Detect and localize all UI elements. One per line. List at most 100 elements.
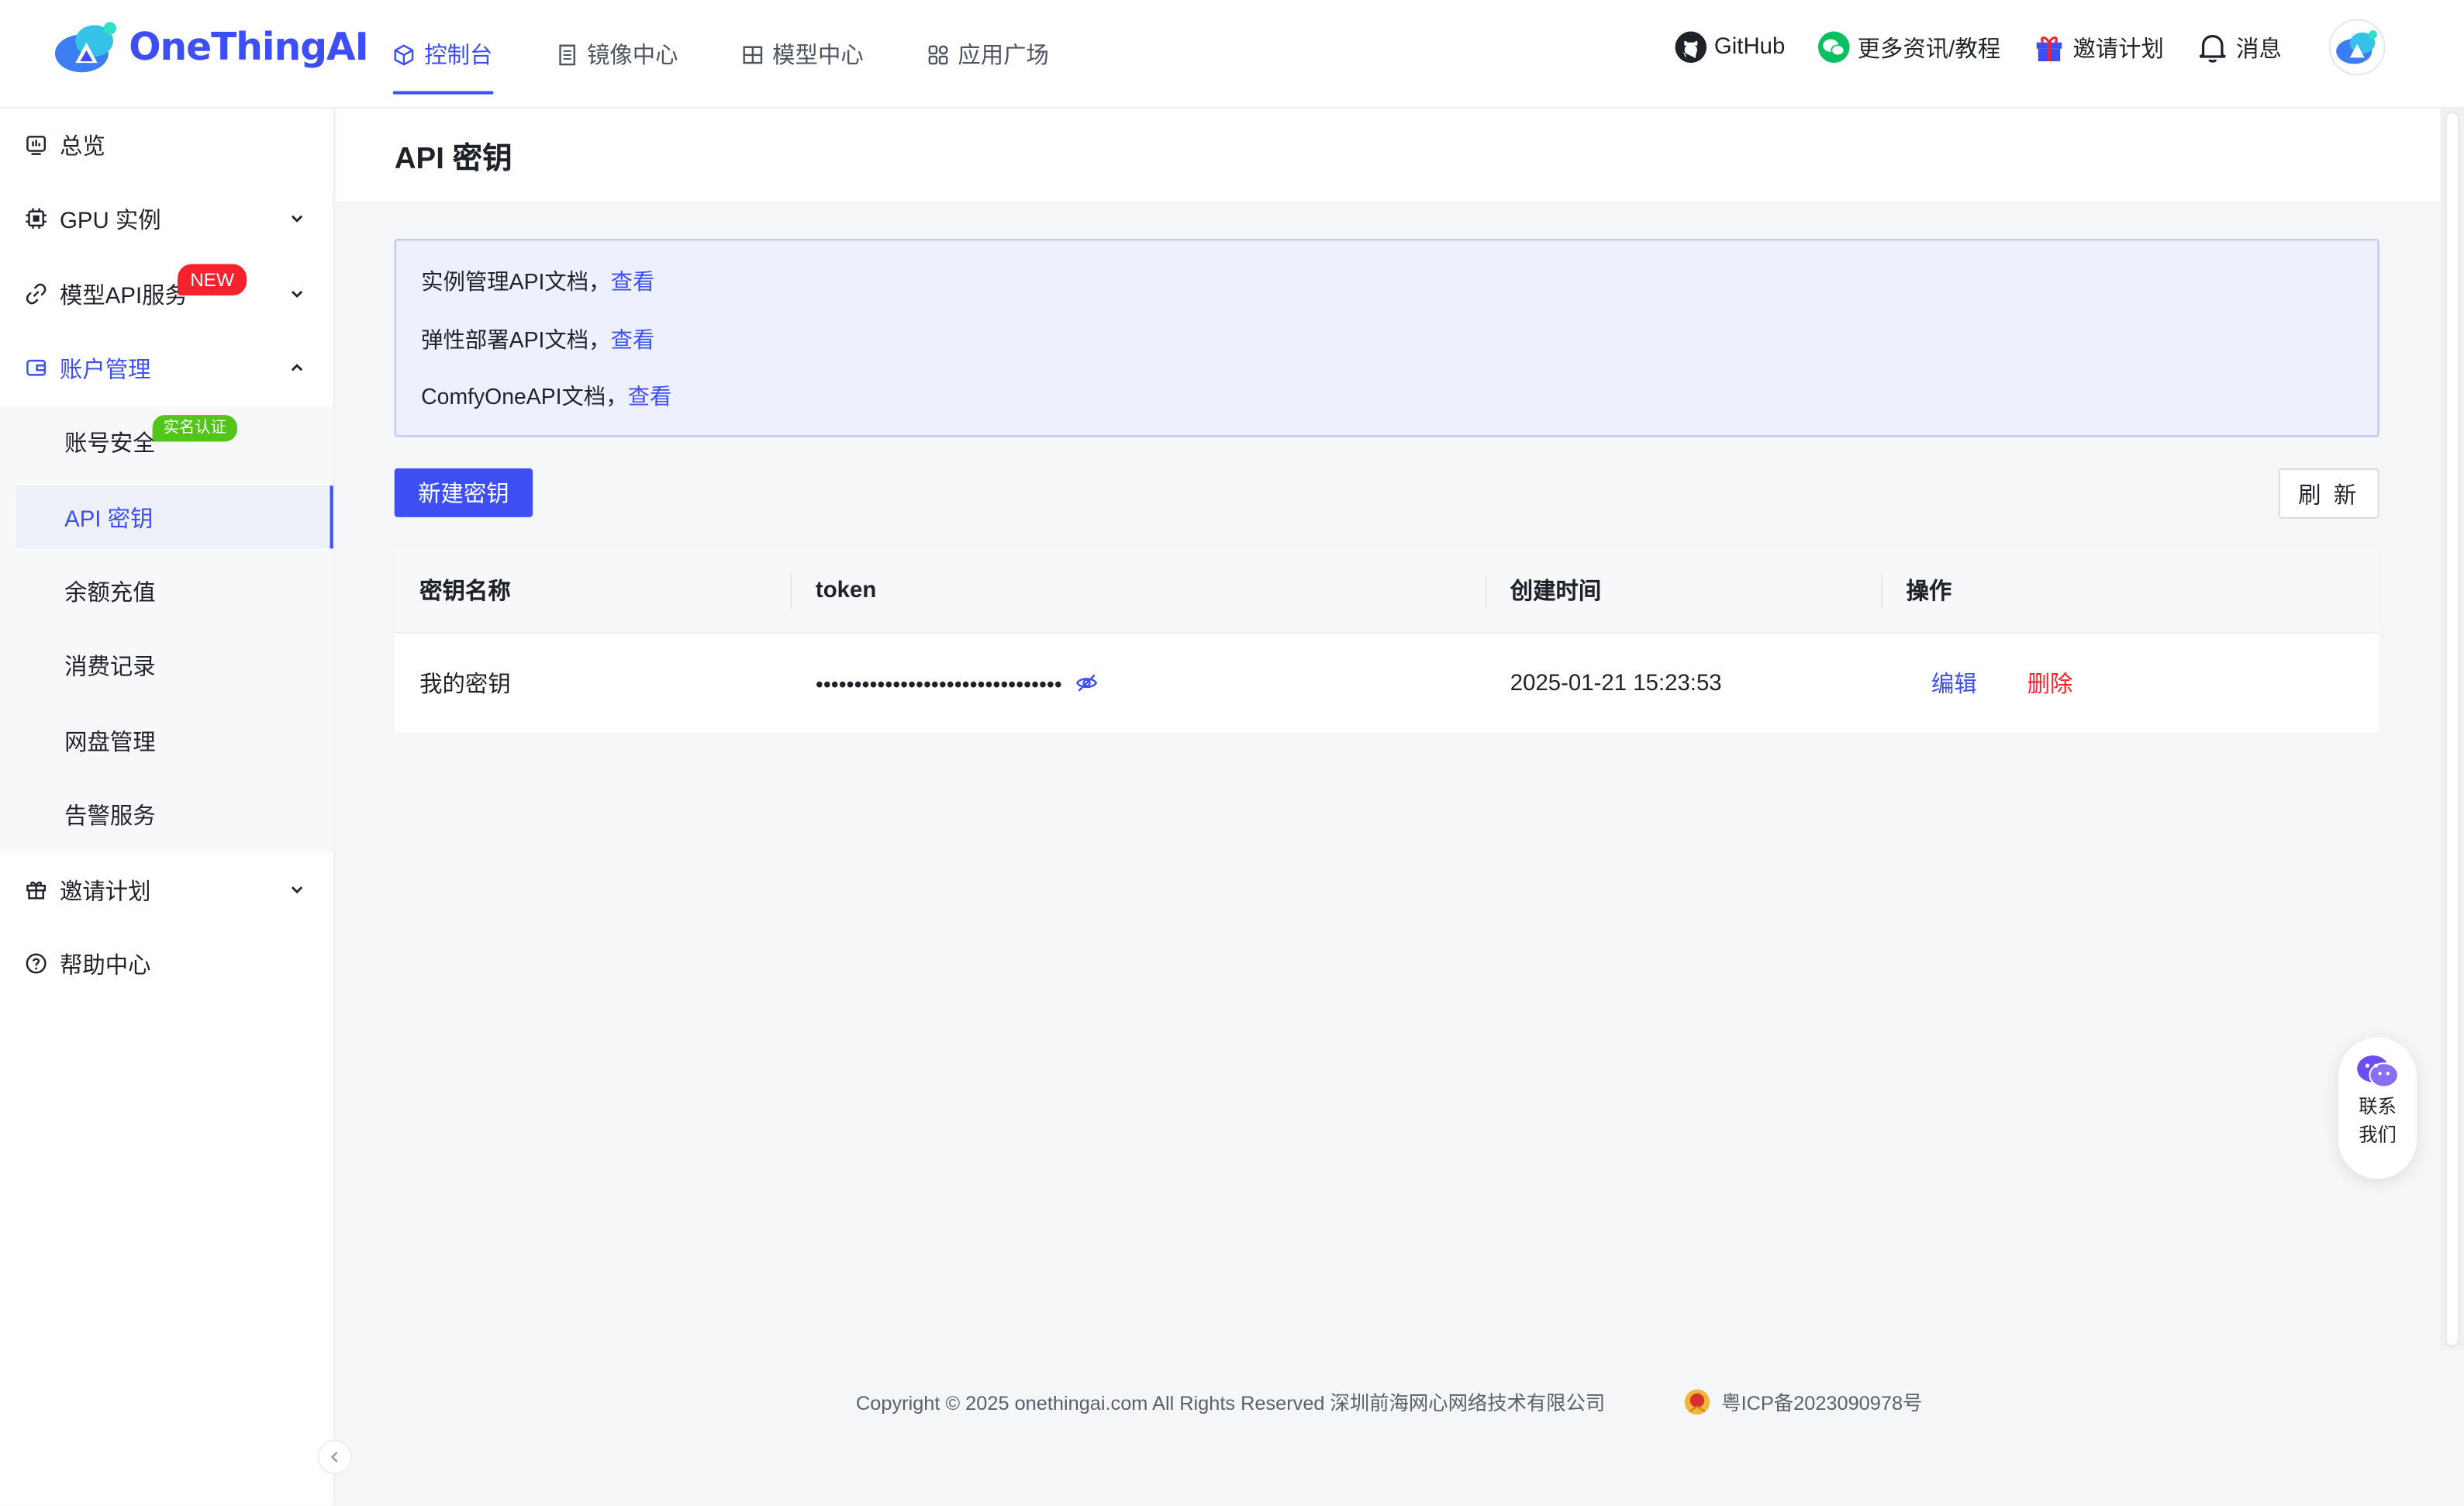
apps-icon [927,44,947,64]
new-badge: NEW [178,264,247,296]
logo[interactable]: OneThingAI [53,19,369,75]
messages-link[interactable]: 消息 [2195,30,2282,65]
sidebar-item-invite[interactable]: 邀请计划 [0,858,333,921]
link-icon [26,283,47,305]
sidebar: 总览 GPU 实例 模型API服务 NEW 账户管理 账号安全 API 密钥 余… [0,108,335,1506]
chip-icon [26,208,47,229]
wechat-icon [1817,31,1850,64]
sidebar-item-help[interactable]: 帮助中心 [0,932,333,995]
consumption-label: 消费记录 [64,655,156,680]
contact-line2: 我们 [2359,1124,2397,1146]
chat-bubbles-icon [2357,1055,2399,1088]
contact-line1: 联系 [2359,1095,2397,1118]
sidebar-item-gpu[interactable]: GPU 实例 [0,187,333,250]
refresh-button[interactable]: 刷 新 [2278,468,2379,519]
sidebar-item-api-keys[interactable]: API 密钥 [16,485,333,549]
api-keys-table: 密钥名称 token 创建时间 操作 我的密钥 ••••••••••••••••… [394,548,2379,733]
top-nav: 控制台 镜像中心 模型中心 应用广场 [392,0,1112,109]
help-circle-icon [26,953,47,974]
api-docs-notice: 实例管理API文档，查看 弹性部署API文档，查看 ComfyOneAPI文档，… [394,239,2379,437]
info-line-elastic: 弹性部署API文档，查看 [421,320,2352,377]
header-actions: 操作 [1881,548,2379,631]
info-text-comfy: ComfyOneAPI文档， [421,383,628,409]
sidebar-item-model-api[interactable]: 模型API服务 [0,262,333,325]
info-line-comfy: ComfyOneAPI文档，查看 [421,377,2352,434]
invite-link[interactable]: 邀请计划 [2032,30,2164,65]
document-icon [558,43,575,65]
new-key-button[interactable]: 新建密钥 [394,468,533,517]
dashboard-icon [26,136,46,155]
verified-badge: 实名认证 [152,415,238,442]
copyright-text: Copyright © 2025 onethingai.com All Righ… [856,1392,1606,1415]
view-instance-docs-link[interactable]: 查看 [611,269,655,294]
contact-us-button[interactable]: 联系 我们 [2338,1037,2417,1180]
top-header: OneThingAI 控制台 镜像中心 模型中心 应用广场 GitHub 更多资… [0,0,2464,109]
sidebar-item-overview-label: 总览 [60,134,105,160]
view-comfy-docs-link[interactable]: 查看 [628,384,672,409]
sidebar-item-account[interactable]: 账户管理 [0,337,333,399]
footer: Copyright © 2025 onethingai.com All Righ… [336,1387,2442,1417]
sidebar-item-model-api-label: 模型API服务 [60,283,188,309]
sidebar-item-invite-label: 邀请计划 [60,879,151,905]
alerts-label: 告警服务 [64,803,156,830]
avatar-logo-icon [2336,30,2377,64]
api-keys-label: API 密钥 [64,506,154,533]
app-root: OneThingAI 控制台 镜像中心 模型中心 应用广场 GitHub 更多资… [0,0,2464,1506]
table-row: 我的密钥 •••••••••••••••••••••••••••••••• 20… [394,633,2379,733]
cell-key-name: 我的密钥 [419,672,511,698]
sidebar-item-gpu-label: GPU 实例 [60,208,161,233]
header-key-name: 密钥名称 [419,579,511,606]
sidebar-item-alerts[interactable]: 告警服务 [16,782,333,845]
info-text-instance: 实例管理API文档， [421,268,611,295]
police-badge-icon [1685,1388,1711,1414]
nav-image-center[interactable]: 镜像中心 [555,0,678,109]
sidebar-item-account-label: 账户管理 [60,358,151,383]
sidebar-item-netdisk[interactable]: 网盘管理 [16,709,333,772]
news-label: 更多资讯/教程 [1857,36,2001,63]
gift-outline-icon [26,881,46,900]
netdisk-label: 网盘管理 [64,730,156,755]
icp-text: 粤ICP备2023090978号 [1721,1392,1923,1415]
info-line-instance: 实例管理API文档，查看 [421,262,2352,320]
token-masked: •••••••••••••••••••••••••••••••• [815,670,1062,696]
invite-label: 邀请计划 [2072,36,2164,63]
scrollbar-thumb[interactable] [2445,111,2459,1347]
sidebar-item-recharge[interactable]: 余额充值 [16,560,333,623]
nav-app-square[interactable]: 应用广场 [927,0,1049,109]
delete-button[interactable]: 删除 [2027,666,2073,699]
page-title: API 密钥 [394,143,512,177]
eye-hidden-icon[interactable] [1075,671,1098,694]
header-token: token [790,548,1485,631]
cell-actions: 编辑 删除 [1881,634,2379,733]
github-link[interactable]: GitHub [1673,30,1785,65]
nav-model-center-label: 模型中心 [772,43,864,70]
sidebar-collapse-button[interactable] [317,1439,353,1475]
messages-label: 消息 [2236,36,2282,63]
nav-model-center[interactable]: 模型中心 [741,0,864,109]
cube-icon [394,43,414,65]
table-header: 密钥名称 token 创建时间 操作 [394,548,2379,634]
bell-icon [2199,34,2226,63]
gift-icon [2036,36,2062,62]
view-elastic-docs-link[interactable]: 查看 [611,326,655,351]
header-actions: GitHub 更多资讯/教程 邀请计划 消息 [1642,0,2386,95]
nav-console[interactable]: 控制台 [392,0,492,109]
icp-link[interactable]: 粤ICP备2023090978号 [1684,1387,1923,1417]
wallet-icon [26,359,46,376]
chevron-down-icon [291,290,303,299]
main-scrollbar[interactable] [2440,108,2464,1351]
page-header: API 密钥 [336,108,2442,202]
chevron-down-icon [291,886,303,894]
github-icon [1675,31,1707,64]
chevron-down-icon [291,215,303,223]
sidebar-item-overview[interactable]: 总览 [0,113,333,176]
chevron-up-icon [291,364,303,371]
news-link[interactable]: 更多资讯/教程 [1817,30,2000,65]
user-avatar[interactable] [2328,19,2386,76]
chevron-left-icon [330,1451,338,1463]
sidebar-item-consumption[interactable]: 消费记录 [16,634,333,696]
logo-mark-icon [54,22,116,73]
edit-button[interactable]: 编辑 [1931,666,1977,699]
recharge-label: 余额充值 [64,580,156,606]
account-security-label: 账号安全 [64,431,156,457]
